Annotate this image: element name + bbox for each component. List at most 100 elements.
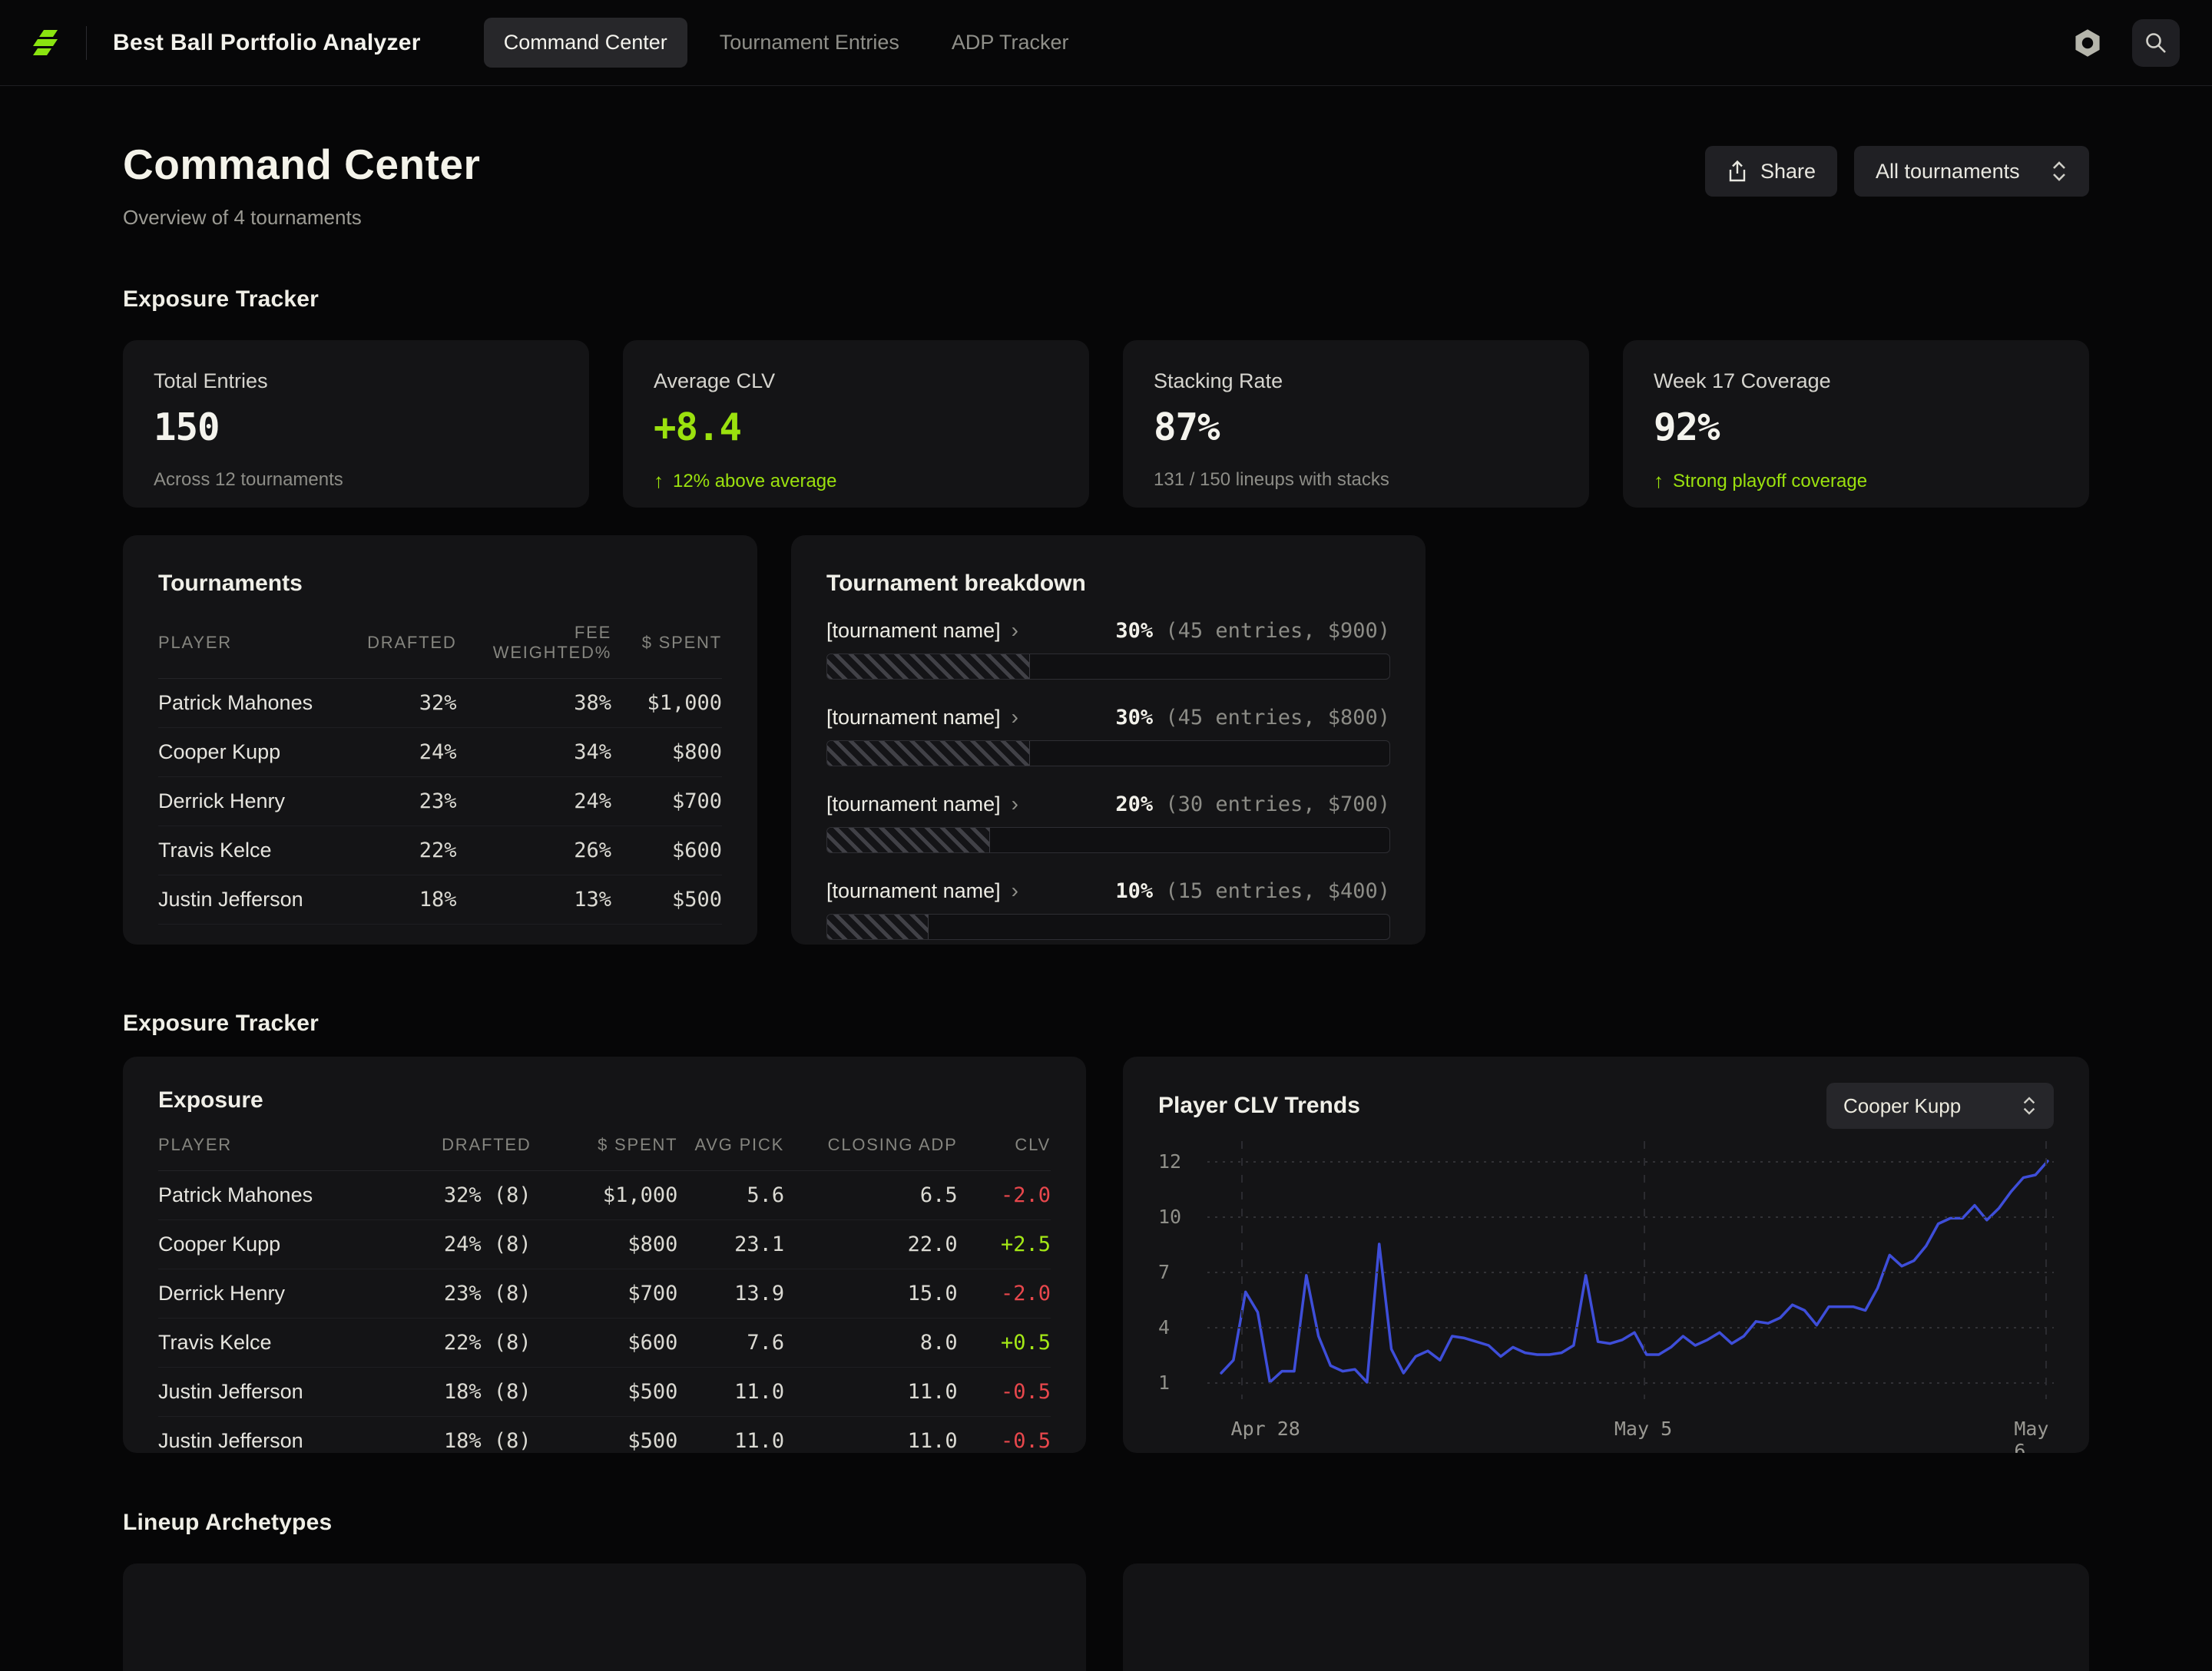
x-tick-label: May 6 xyxy=(2014,1418,2048,1453)
exposure-title: Exposure xyxy=(158,1087,1051,1113)
stat-sub: ↑Strong playoff coverage xyxy=(1654,469,2058,493)
up-arrow-icon: ↑ xyxy=(654,469,664,493)
tab-tournament-entries[interactable]: Tournament Entries xyxy=(700,18,919,68)
table-row[interactable]: Justin Jefferson18% (8)$50011.011.0-0.5 xyxy=(158,1368,1051,1417)
table-row[interactable]: Cooper Kupp24% (8)$80023.122.0+2.5 xyxy=(158,1220,1051,1269)
breakdown-stats: 30% (45 entries, $900) xyxy=(1115,619,1390,643)
y-gridline xyxy=(1207,1382,2054,1384)
x-tick-label: May 5 xyxy=(1614,1418,1672,1440)
tab-adp-tracker[interactable]: ADP Tracker xyxy=(932,18,1089,68)
table-row[interactable]: Derrick Henry23%24%$700 xyxy=(158,777,722,826)
y-tick-label: 4 xyxy=(1158,1316,1195,1338)
progress-bar xyxy=(826,654,1390,680)
progress-bar xyxy=(826,740,1390,766)
brand-logo-icon xyxy=(31,28,61,58)
y-tick-label: 1 xyxy=(1158,1372,1195,1394)
y-gridline xyxy=(1207,1327,2054,1329)
tournament-name-link[interactable]: [tournament name]› xyxy=(826,618,1018,643)
nav-divider xyxy=(86,26,87,60)
nav-actions xyxy=(2072,19,2180,67)
stat-card-week17-coverage: Week 17 Coverage 92% ↑Strong playoff cov… xyxy=(1623,340,2089,508)
y-gridline xyxy=(1207,1272,2054,1273)
page-title: Command Center xyxy=(123,140,480,189)
table-row[interactable]: Cooper Kupp24%34%$800 xyxy=(158,728,722,777)
tournament-name-link[interactable]: [tournament name]› xyxy=(826,705,1018,730)
app-root: Best Ball Portfolio Analyzer Command Cen… xyxy=(0,0,2212,1671)
table-row[interactable]: Travis Kelce22%26%$600 xyxy=(158,826,722,875)
breakdown-row: [tournament name]› 30% (45 entries, $900… xyxy=(826,618,1390,680)
y-gridline xyxy=(1207,1161,2054,1163)
page-subtitle: Overview of 4 tournaments xyxy=(123,206,480,230)
tournaments-title: Tournaments xyxy=(158,571,722,597)
section-exposure-tracker-2: Exposure Tracker xyxy=(123,1011,2089,1037)
stat-card-average-clv: Average CLV +8.4 ↑12% above average xyxy=(623,340,1089,508)
lineup-archetypes-card-right xyxy=(1123,1563,2089,1671)
table-row[interactable]: Justin Jefferson18% (8)$50011.011.0-0.5 xyxy=(158,1417,1051,1453)
top-nav: Best Ball Portfolio Analyzer Command Cen… xyxy=(0,0,2212,86)
tournament-filter-select[interactable]: All tournaments xyxy=(1854,146,2089,197)
stat-label: Total Entries xyxy=(154,369,558,393)
chevron-updown-icon xyxy=(2051,160,2068,183)
chart-x-axis: Apr 28May 5May 6 xyxy=(1207,1418,2054,1441)
clv-trends-title: Player CLV Trends xyxy=(1158,1093,1360,1119)
breakdown-stats: 10% (15 entries, $400) xyxy=(1115,879,1390,903)
search-button[interactable] xyxy=(2132,19,2180,67)
table-row[interactable]: Justin Jefferson18%13%$500 xyxy=(158,875,722,925)
share-upload-icon xyxy=(1727,160,1748,183)
exposure-header: PLAYER DRAFTED $ SPENT AVG PICK CLOSING … xyxy=(158,1135,1051,1171)
chevron-right-icon: › xyxy=(1012,879,1018,903)
stat-value: 150 xyxy=(154,405,558,449)
stat-card-stacking-rate: Stacking Rate 87% 131 / 150 lineups with… xyxy=(1123,340,1589,508)
stat-value: 87% xyxy=(1154,405,1558,449)
share-label: Share xyxy=(1760,160,1816,184)
primary-tabs: Command Center Tournament Entries ADP Tr… xyxy=(484,18,1089,68)
search-icon xyxy=(2144,31,2168,55)
stat-sub: 131 / 150 lineups with stacks xyxy=(1154,469,1558,491)
stat-value: 92% xyxy=(1654,405,2058,449)
table-row[interactable]: Derrick Henry23% (8)$70013.915.0-2.0 xyxy=(158,1269,1051,1319)
x-gridline xyxy=(1644,1141,1645,1399)
stat-sub: Across 12 tournaments xyxy=(154,469,558,491)
tournaments-header: PLAYER DRAFTED FEE WEIGHTED% $ SPENT xyxy=(158,623,722,679)
y-tick-label: 10 xyxy=(1158,1206,1195,1228)
progress-bar xyxy=(826,914,1390,940)
tab-command-center[interactable]: Command Center xyxy=(484,18,687,68)
exposure-card: Exposure PLAYER DRAFTED $ SPENT AVG PICK… xyxy=(123,1057,1086,1453)
share-button[interactable]: Share xyxy=(1705,146,1837,197)
breakdown-stats: 20% (30 entries, $700) xyxy=(1115,792,1390,816)
chevron-right-icon: › xyxy=(1012,618,1018,643)
tournaments-card: Tournaments PLAYER DRAFTED FEE WEIGHTED%… xyxy=(123,535,757,945)
clv-trends-card: Player CLV Trends Cooper Kupp 1210741 Ap… xyxy=(1123,1057,2089,1453)
y-tick-label: 12 xyxy=(1158,1150,1195,1173)
x-gridline xyxy=(1241,1141,1243,1399)
up-arrow-icon: ↑ xyxy=(1654,469,1664,493)
y-tick-label: 7 xyxy=(1158,1261,1195,1283)
tournament-name-link[interactable]: [tournament name]› xyxy=(826,792,1018,816)
tournament-breakdown-card: Tournament breakdown [tournament name]› … xyxy=(791,535,1426,945)
clv-line-chart: 1210741 xyxy=(1207,1150,2054,1388)
breakdown-row: [tournament name]› 30% (45 entries, $800… xyxy=(826,705,1390,766)
stat-sub: ↑12% above average xyxy=(654,469,1058,493)
breakdown-row: [tournament name]› 20% (30 entries, $700… xyxy=(826,792,1390,853)
breakdown-stats: 30% (45 entries, $800) xyxy=(1115,706,1390,730)
tournament-name-link[interactable]: [tournament name]› xyxy=(826,879,1018,903)
table-row[interactable]: Patrick Mahones32%38%$1,000 xyxy=(158,679,722,728)
settings-gear-icon[interactable] xyxy=(2072,28,2103,58)
table-row[interactable]: Travis Kelce22% (8)$6007.68.0+0.5 xyxy=(158,1319,1051,1368)
filter-value: All tournaments xyxy=(1876,160,2020,184)
player-select[interactable]: Cooper Kupp xyxy=(1826,1083,2054,1129)
breakdown-title: Tournament breakdown xyxy=(826,571,1390,597)
y-gridline xyxy=(1207,1216,2054,1218)
chevron-right-icon: › xyxy=(1012,792,1018,816)
stat-cards: Total Entries 150 Across 12 tournaments … xyxy=(123,340,2089,508)
stat-card-total-entries: Total Entries 150 Across 12 tournaments xyxy=(123,340,589,508)
section-lineup-archetypes: Lineup Archetypes xyxy=(123,1510,2089,1536)
main-content: Command Center Overview of 4 tournaments… xyxy=(0,140,2212,1671)
stat-label: Week 17 Coverage xyxy=(1654,369,2058,393)
stat-label: Stacking Rate xyxy=(1154,369,1558,393)
section-exposure-tracker: Exposure Tracker xyxy=(123,286,2089,313)
progress-bar xyxy=(826,827,1390,853)
clv-line-series xyxy=(1207,1150,2054,1388)
player-select-value: Cooper Kupp xyxy=(1843,1094,1961,1118)
table-row[interactable]: Patrick Mahones32% (8)$1,0005.66.5-2.0 xyxy=(158,1171,1051,1220)
